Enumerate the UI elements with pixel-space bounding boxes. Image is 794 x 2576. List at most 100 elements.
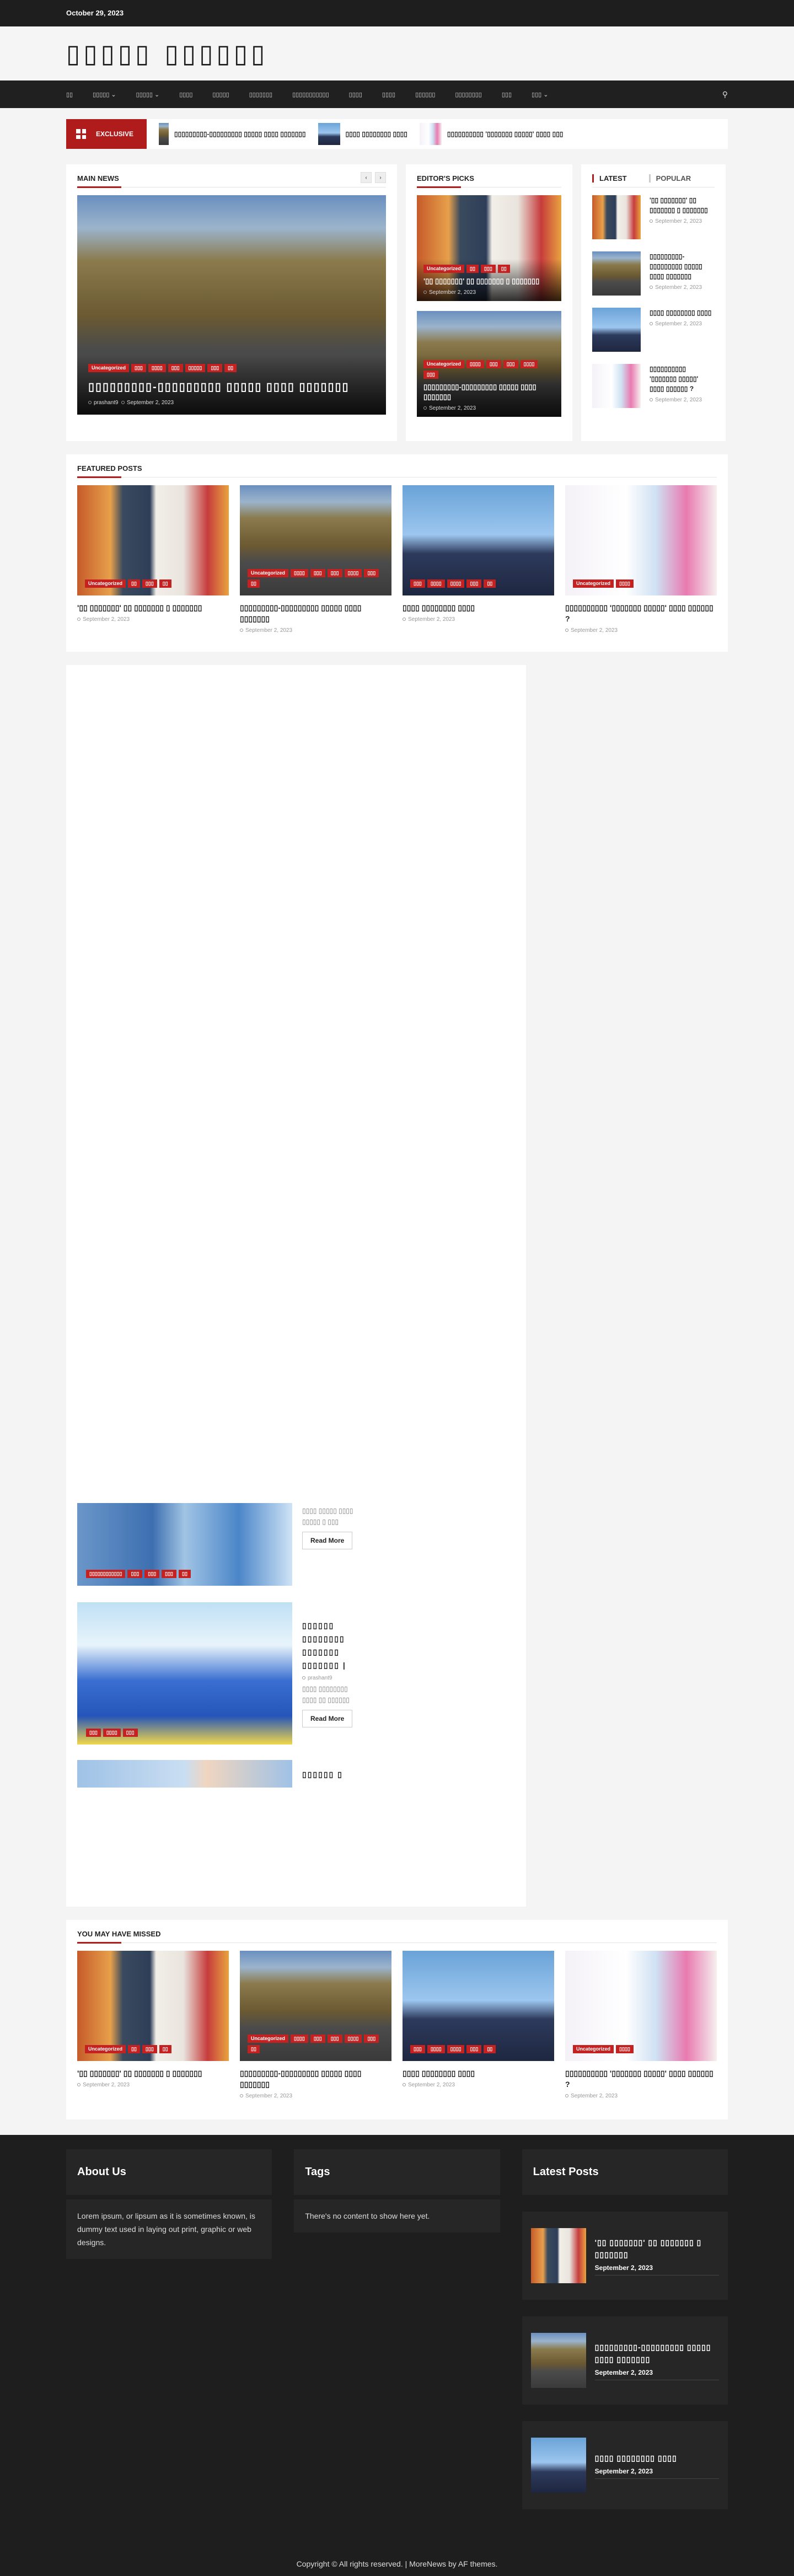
post-title[interactable]: ▯▯▯▯▯▯ ▯ bbox=[302, 1768, 355, 1781]
category-badge[interactable]: ▯▯▯▯ bbox=[291, 569, 308, 577]
category-badge[interactable]: ▯▯▯ bbox=[127, 1570, 143, 1578]
tab-latest[interactable]: LATEST bbox=[592, 174, 627, 183]
thumbnail[interactable] bbox=[530, 2438, 586, 2493]
category-badge[interactable]: ▯▯▯ bbox=[486, 360, 501, 368]
category-badge[interactable]: ▯▯ bbox=[179, 1570, 191, 1578]
post-card[interactable]: Uncategorized ▯▯▯▯ ▯▯▯▯▯▯▯▯▯▯ '▯▯▯▯▯▯▯ ▯… bbox=[565, 485, 717, 634]
search-icon[interactable]: ⚲ bbox=[722, 80, 728, 108]
nav-item[interactable]: ▯▯▯▯▯▯▯▯▯▯▯ bbox=[292, 91, 329, 98]
card-title[interactable]: ▯▯▯▯▯▯▯▯▯-▯▯▯▯▯▯▯▯▯ ▯▯▯▯▯ ▯▯▯▯ ▯▯▯▯▯▯▯ bbox=[240, 2068, 391, 2090]
card-image[interactable]: Uncategorized ▯▯▯▯ bbox=[565, 485, 717, 595]
card-title[interactable]: ▯▯▯▯▯▯▯▯▯-▯▯▯▯▯▯▯▯▯ ▯▯▯▯▯ ▯▯▯▯ ▯▯▯▯▯▯▯ bbox=[423, 382, 555, 402]
nav-item[interactable]: ▯▯▯▯▯▯ bbox=[415, 91, 435, 98]
nav-item[interactable]: ▯▯▯▯▯▯▯▯ bbox=[455, 91, 481, 98]
card-title[interactable]: ▯▯▯▯▯▯▯▯▯▯ '▯▯▯▯▯▯▯ ▯▯▯▯▯' ▯▯▯▯ ▯▯▯▯▯▯ ? bbox=[565, 602, 717, 624]
post-title[interactable]: ▯▯▯▯▯▯▯▯▯-▯▯▯▯▯▯▯▯▯ ▯▯▯▯▯ ▯▯▯▯ ▯▯▯▯▯▯▯ bbox=[595, 2341, 719, 2365]
nav-item[interactable]: ▯▯▯▯▯▯▯ bbox=[249, 91, 272, 98]
card-image[interactable]: Uncategorized ▯▯▯▯ ▯▯▯ ▯▯▯ ▯▯▯▯ ▯▯▯ ▯▯ bbox=[240, 485, 391, 595]
nav-item[interactable]: ▯▯▯▯▯ ⌄ bbox=[136, 91, 160, 98]
category-badge[interactable]: ▯▯▯▯ bbox=[344, 2035, 362, 2043]
category-badge[interactable]: ▯▯▯ bbox=[86, 1729, 101, 1737]
post-title[interactable]: '▯▯ ▯▯▯▯▯▯▯' ▯▯ ▯▯▯▯▯▯▯ ▯ ▯▯▯▯▯▯▯ bbox=[595, 2236, 719, 2261]
category-badge[interactable]: Uncategorized bbox=[248, 2035, 289, 2043]
list-item[interactable]: ▯▯▯▯ ▯▯▯▯▯▯▯▯ ▯▯▯▯ September 2, 2023 bbox=[592, 308, 715, 352]
category-badge[interactable]: ▯▯▯▯ bbox=[616, 2045, 634, 2053]
next-arrow-icon[interactable]: › bbox=[375, 172, 386, 183]
category-badge[interactable]: ▯▯▯ bbox=[310, 569, 325, 577]
category-badge[interactable]: ▯▯▯ bbox=[122, 1729, 138, 1737]
ticker-item[interactable]: ▯▯▯▯ ▯▯▯▯▯▯▯▯ ▯▯▯▯ bbox=[318, 123, 407, 145]
post-card[interactable]: ▯▯▯ ▯▯▯▯ ▯▯▯▯ ▯▯▯ ▯▯ ▯▯▯▯ ▯▯▯▯▯▯▯▯ ▯▯▯▯ … bbox=[403, 1951, 554, 2099]
nav-item[interactable]: ▯▯▯ ⌄ bbox=[532, 91, 548, 98]
list-item[interactable]: ▯▯▯▯▯▯▯▯▯-▯▯▯▯▯▯▯▯▯ ▯▯▯▯▯ ▯▯▯▯ ▯▯▯▯▯▯▯ Se… bbox=[592, 251, 715, 296]
category-badge[interactable]: ▯▯▯▯ bbox=[520, 360, 538, 368]
card-image[interactable]: ▯▯▯ ▯▯▯▯ ▯▯▯▯ ▯▯▯ ▯▯ bbox=[403, 485, 554, 595]
nav-item[interactable]: ▯▯▯▯ bbox=[349, 91, 362, 98]
category-badge[interactable]: ▯▯▯ bbox=[410, 2045, 425, 2053]
category-badge[interactable]: ▯▯▯▯▯ bbox=[185, 364, 206, 372]
category-badge[interactable]: ▯▯▯ bbox=[480, 265, 496, 273]
nav-item[interactable]: ▯▯ bbox=[66, 91, 73, 98]
tab-popular[interactable]: POPULAR bbox=[648, 174, 691, 183]
post-card[interactable]: Uncategorized ▯▯▯▯ ▯▯▯ ▯▯▯ ▯▯▯▯ ▯▯▯ ▯▯ ▯… bbox=[240, 1951, 391, 2099]
card-image[interactable]: Uncategorized ▯▯▯▯ bbox=[565, 1951, 717, 2061]
post-image[interactable]: ▯▯▯▯▯▯▯▯▯▯▯▯ ▯▯▯ ▯▯▯ ▯▯▯ ▯▯ bbox=[77, 1503, 292, 1586]
card-title[interactable]: ▯▯▯▯ ▯▯▯▯▯▯▯▯ ▯▯▯▯ bbox=[403, 602, 554, 613]
footer-post[interactable]: ▯▯▯▯ ▯▯▯▯▯▯▯▯ ▯▯▯▯ September 2, 2023 bbox=[522, 2421, 728, 2509]
thumbnail[interactable] bbox=[592, 308, 641, 352]
category-badge[interactable]: ▯▯▯▯ bbox=[148, 364, 166, 372]
footer-post[interactable]: '▯▯ ▯▯▯▯▯▯▯' ▯▯ ▯▯▯▯▯▯▯ ▯ ▯▯▯▯▯▯▯ Septemb… bbox=[522, 2212, 728, 2300]
category-badge[interactable]: ▯▯▯ bbox=[310, 2035, 325, 2043]
category-badge[interactable]: ▯▯▯ bbox=[162, 1570, 177, 1578]
category-badge[interactable]: ▯▯▯▯ bbox=[447, 579, 465, 588]
card-image[interactable]: Uncategorized ▯▯ ▯▯▯ ▯▯ bbox=[77, 485, 229, 595]
author[interactable]: prashant9 bbox=[308, 1675, 332, 1681]
card-image[interactable]: ▯▯▯ ▯▯▯▯ ▯▯▯▯ ▯▯▯ ▯▯ bbox=[403, 1951, 554, 2061]
prev-arrow-icon[interactable]: ‹ bbox=[361, 172, 372, 183]
category-badge[interactable]: ▯▯▯ bbox=[144, 1570, 160, 1578]
post-title[interactable]: ▯▯▯▯▯▯ ▯▯▯▯▯▯▯▯ ▯▯▯▯▯▯▯ ▯▯▯▯▯▯▯ | bbox=[302, 1619, 355, 1672]
category-badge[interactable]: Uncategorized bbox=[85, 2045, 126, 2053]
category-badge[interactable]: ▯▯▯ bbox=[410, 579, 425, 588]
card-title[interactable]: ▯▯▯▯ ▯▯▯▯▯▯▯▯ ▯▯▯▯ bbox=[403, 2068, 554, 2079]
category-badge[interactable]: ▯▯▯ bbox=[142, 579, 157, 588]
card-title[interactable]: ▯▯▯▯▯▯▯▯▯▯ '▯▯▯▯▯▯▯ ▯▯▯▯▯' ▯▯▯▯ ▯▯▯▯▯▯ ? bbox=[565, 2068, 717, 2090]
category-badge[interactable]: ▯▯▯ bbox=[131, 364, 146, 372]
category-badge[interactable]: Uncategorized bbox=[248, 569, 289, 577]
list-post[interactable]: ▯▯▯ ▯▯▯▯ ▯▯▯ ▯▯▯▯▯▯ ▯▯▯▯▯▯▯▯ ▯▯▯▯▯▯▯ ▯▯▯… bbox=[77, 1602, 355, 1745]
post-card[interactable]: Uncategorized ▯▯▯▯ ▯▯▯▯▯▯▯▯▯▯ '▯▯▯▯▯▯▯ ▯… bbox=[565, 1951, 717, 2099]
nav-item[interactable]: ▯▯▯▯ bbox=[179, 91, 192, 98]
ticker-item[interactable]: ▯▯▯▯▯▯▯▯▯▯ '▯▯▯▯▯▯▯ ▯▯▯▯▯' ▯▯▯▯ ▯▯▯ bbox=[419, 123, 563, 145]
post-card[interactable]: Uncategorized ▯▯▯▯ ▯▯▯ ▯▯▯ ▯▯▯▯ ▯▯▯ ▯▯ ▯… bbox=[240, 485, 391, 634]
post-card[interactable]: Uncategorized ▯▯ ▯▯▯ ▯▯ '▯▯ ▯▯▯▯▯▯▯' ▯▯ … bbox=[77, 1951, 229, 2099]
list-post[interactable]: ▯▯▯▯▯▯ ▯ bbox=[77, 1760, 355, 1788]
main-news-slide[interactable]: Uncategorized ▯▯▯ ▯▯▯▯ ▯▯▯ ▯▯▯▯▯ ▯▯▯ ▯▯ … bbox=[77, 195, 386, 415]
category-badge[interactable]: ▯▯▯▯ bbox=[427, 579, 445, 588]
category-badge[interactable]: ▯▯ bbox=[128, 579, 140, 588]
thumbnail[interactable] bbox=[592, 195, 641, 239]
category-badge[interactable]: ▯▯▯ bbox=[364, 2035, 379, 2043]
category-badge[interactable]: ▯▯▯▯ bbox=[427, 2045, 445, 2053]
category-badge[interactable]: ▯▯ bbox=[497, 265, 510, 273]
thumbnail[interactable] bbox=[530, 2228, 586, 2283]
thumbnail[interactable] bbox=[592, 364, 641, 408]
thumbnail[interactable] bbox=[592, 251, 641, 296]
category-badge[interactable]: ▯▯▯ bbox=[207, 364, 223, 372]
post-card[interactable]: Uncategorized ▯▯ ▯▯▯ ▯▯ '▯▯ ▯▯▯▯▯▯▯' ▯▯ … bbox=[77, 485, 229, 634]
card-title[interactable]: '▯▯ ▯▯▯▯▯▯▯' ▯▯ ▯▯▯▯▯▯▯ ▯ ▯▯▯▯▯▯▯ bbox=[77, 602, 229, 613]
category-badge[interactable]: ▯▯▯ bbox=[423, 371, 438, 379]
item-title[interactable]: ▯▯▯▯▯▯▯▯▯▯ '▯▯▯▯▯▯▯ ▯▯▯▯▯' ▯▯▯▯ ▯▯▯▯▯▯ ? bbox=[650, 364, 715, 394]
category-badge[interactable]: ▯▯▯▯ bbox=[344, 569, 362, 577]
list-item[interactable]: ▯▯▯▯▯▯▯▯▯▯ '▯▯▯▯▯▯▯ ▯▯▯▯▯' ▯▯▯▯ ▯▯▯▯▯▯ ?… bbox=[592, 364, 715, 408]
list-post[interactable]: ▯▯▯▯▯▯▯▯▯▯▯▯ ▯▯▯ ▯▯▯ ▯▯▯ ▯▯ ▯▯▯▯ ▯▯▯▯▯ ▯… bbox=[77, 1503, 355, 1586]
nav-item[interactable]: ▯▯▯ bbox=[502, 91, 512, 98]
category-badge[interactable]: ▯▯ bbox=[128, 2045, 140, 2053]
category-badge[interactable]: ▯▯▯▯▯▯▯▯▯▯▯▯ bbox=[86, 1570, 126, 1578]
category-badge[interactable]: ▯▯▯ bbox=[466, 579, 482, 588]
card-title[interactable]: '▯▯ ▯▯▯▯▯▯▯' ▯▯ ▯▯▯▯▯▯▯ ▯ ▯▯▯▯▯▯▯ bbox=[77, 2068, 229, 2079]
category-badge[interactable]: ▯▯ bbox=[159, 579, 171, 588]
category-badge[interactable]: ▯▯▯ bbox=[142, 2045, 157, 2053]
category-badge[interactable]: ▯▯▯▯ bbox=[291, 2035, 308, 2043]
post-image[interactable] bbox=[77, 1760, 292, 1788]
category-badge[interactable]: ▯▯▯▯ bbox=[447, 2045, 465, 2053]
